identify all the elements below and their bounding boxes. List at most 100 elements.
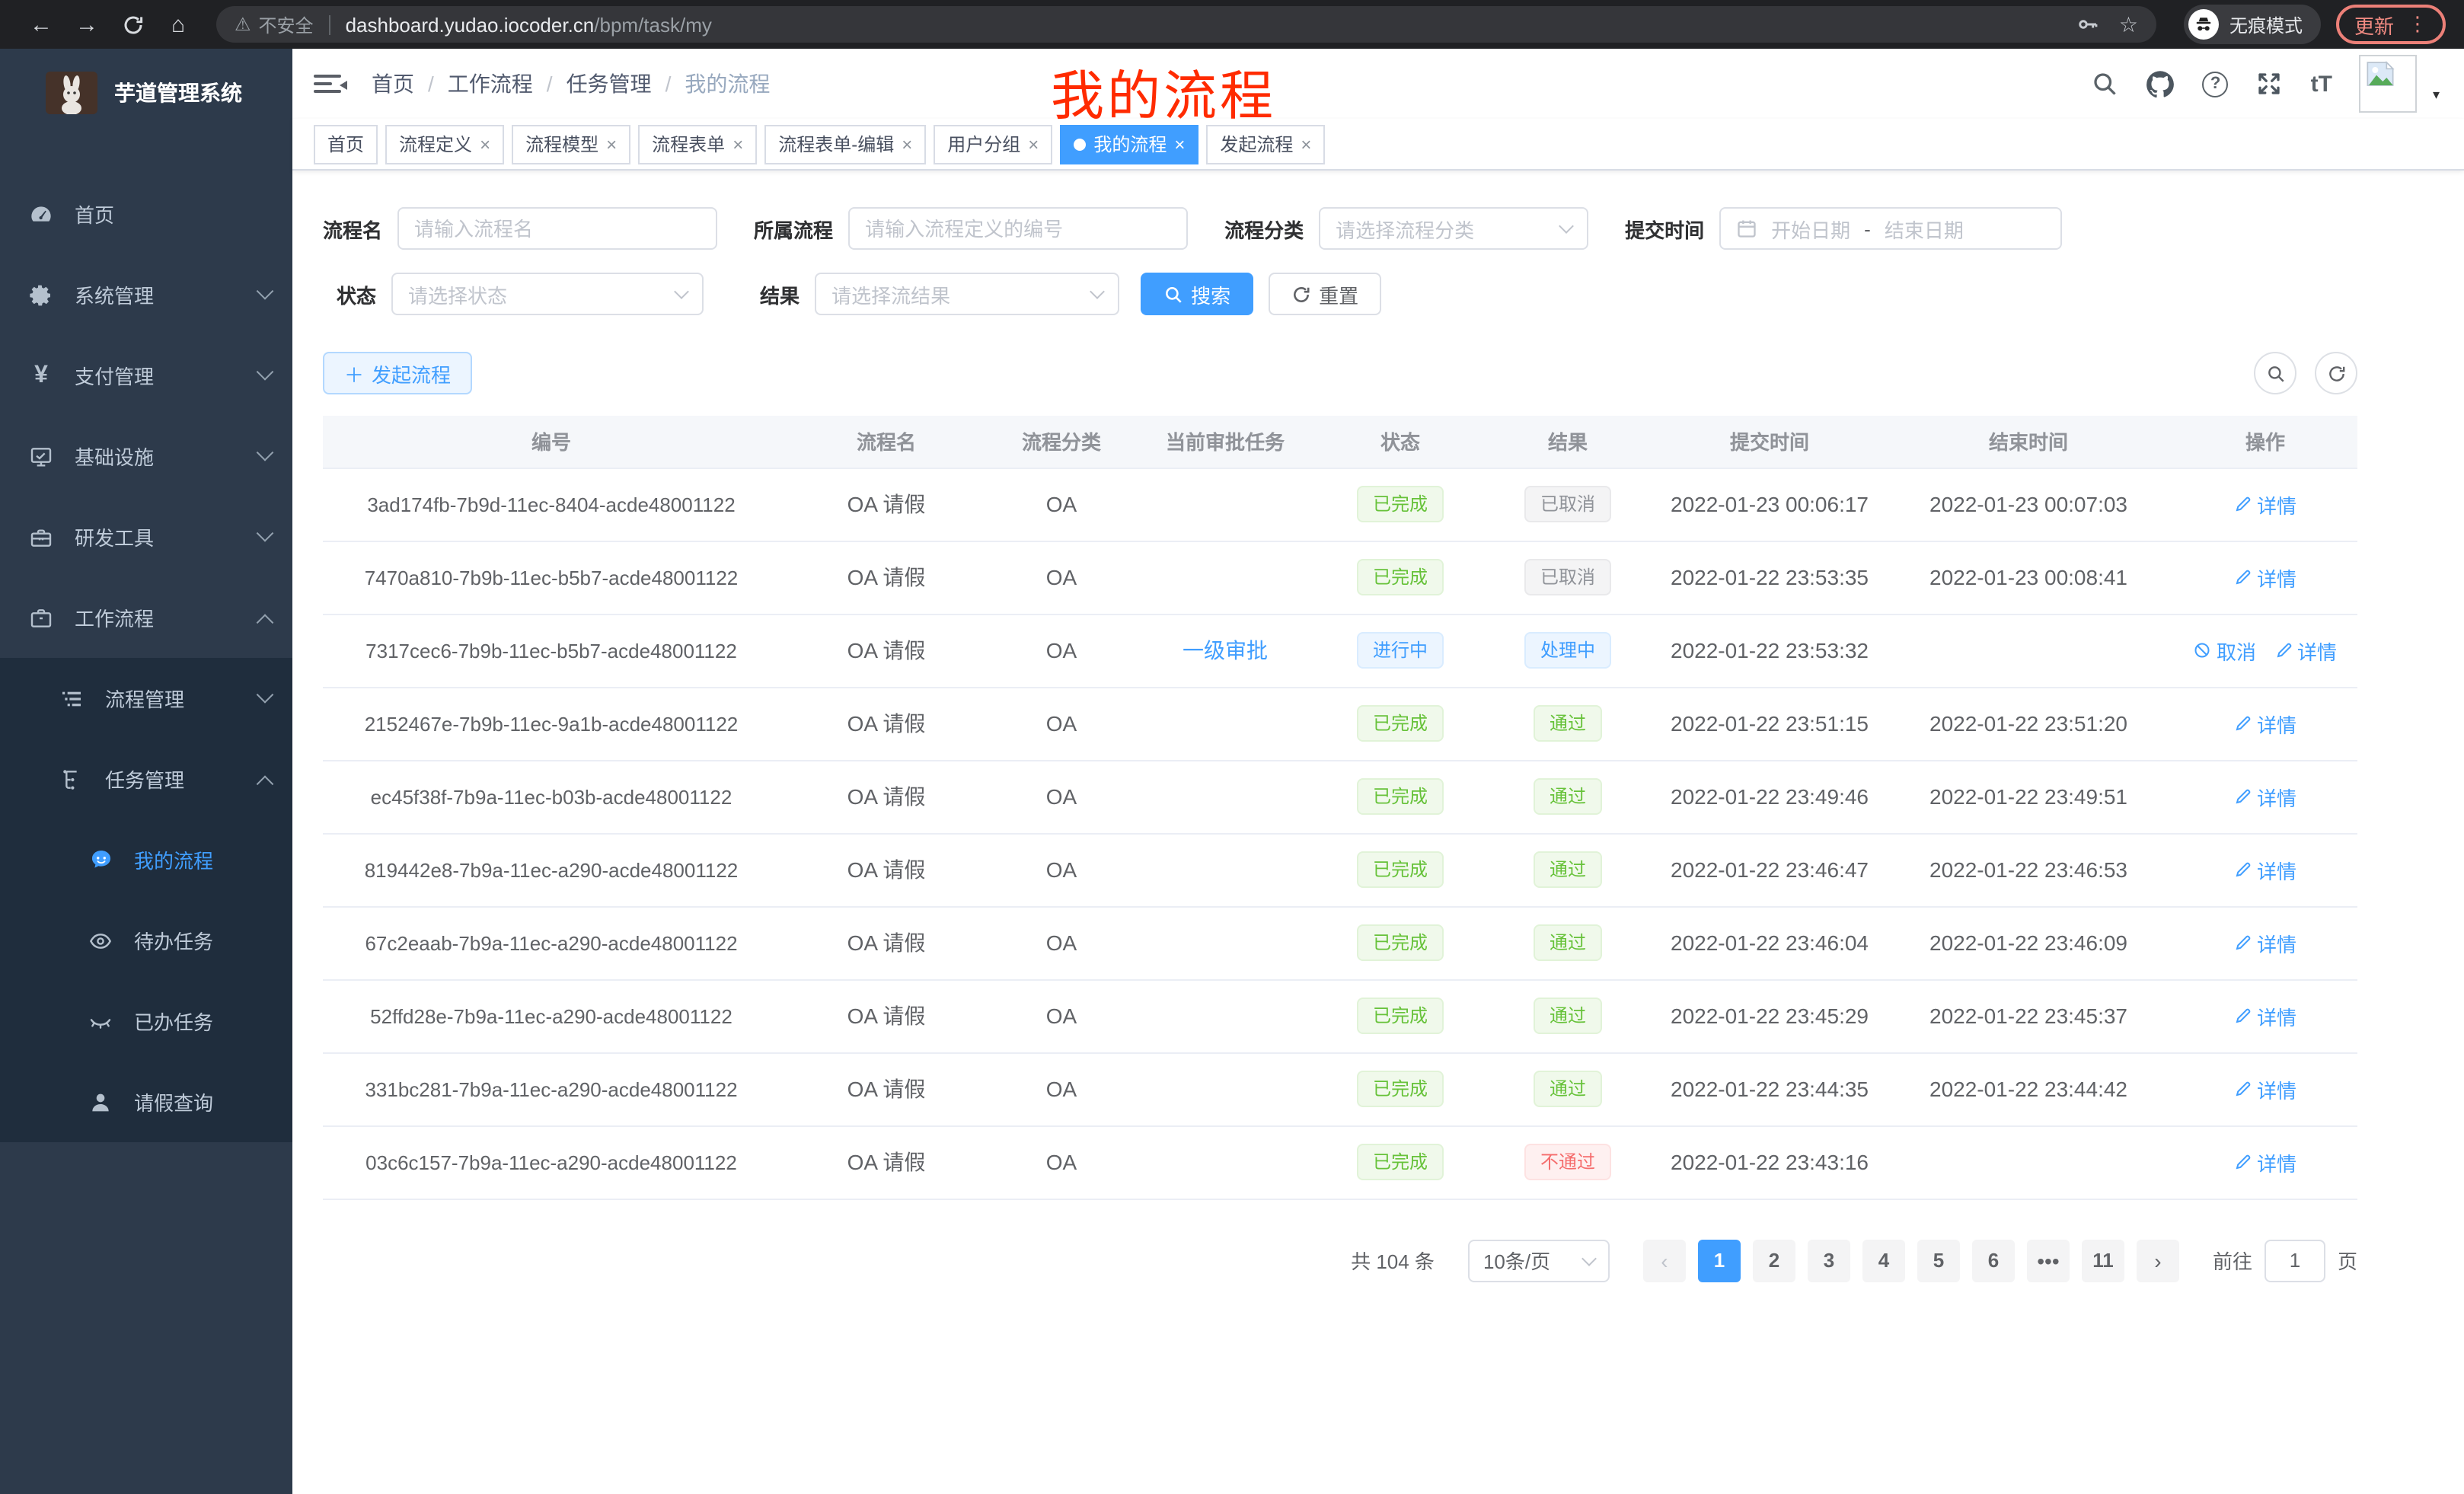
sidebar-item-task-management[interactable]: 任务管理 xyxy=(0,739,292,819)
detail-link[interactable]: 详情 xyxy=(2234,490,2296,519)
sidebar-item-devtools[interactable]: 研发工具 xyxy=(0,496,292,577)
table-row: 52ffd28e-7b9a-11ec-a290-acde48001122OA 请… xyxy=(323,979,2357,1052)
tab-流程定义[interactable]: 流程定义× xyxy=(385,124,504,164)
github-icon[interactable] xyxy=(2146,69,2175,98)
cell-process-name: OA 请假 xyxy=(780,760,993,833)
home-icon[interactable]: ⌂ xyxy=(155,11,201,37)
tab-首页[interactable]: 首页 xyxy=(314,124,378,164)
sidebar-item-infrastructure[interactable]: 基础设施 xyxy=(0,416,292,496)
sidebar-item-workflow[interactable]: 工作流程 xyxy=(0,577,292,658)
sidebar-item-done-tasks[interactable]: 已办任务 xyxy=(0,981,292,1061)
detail-link[interactable]: 详情 xyxy=(2234,928,2296,957)
cell-status: 已完成 xyxy=(1320,979,1480,1052)
toolbox-icon xyxy=(27,525,55,549)
prev-page-button[interactable]: ‹ xyxy=(1643,1239,1686,1282)
result-select[interactable]: 请选择流结果 xyxy=(815,273,1119,315)
status-select[interactable]: 请选择状态 xyxy=(391,273,704,315)
close-icon[interactable]: × xyxy=(1301,133,1311,155)
browser-update-button[interactable]: 更新 ⋮ xyxy=(2336,5,2446,44)
owner-process-input[interactable] xyxy=(848,207,1188,250)
breadcrumb-item[interactable]: 任务管理 xyxy=(567,69,652,99)
refresh-table-icon[interactable] xyxy=(2315,352,2357,394)
forward-icon[interactable]: → xyxy=(64,11,110,37)
more-pages-icon[interactable]: ••• xyxy=(2027,1239,2070,1282)
next-page-button[interactable]: › xyxy=(2137,1239,2179,1282)
tab-label: 首页 xyxy=(327,131,364,157)
help-icon[interactable]: ? xyxy=(2203,71,2229,97)
sidebar-toggle-icon[interactable] xyxy=(314,70,341,97)
browser-menu-icon[interactable]: ⋮ xyxy=(2408,12,2427,37)
create-process-button[interactable]: ＋ 发起流程 xyxy=(323,352,472,394)
detail-link[interactable]: 详情 xyxy=(2234,1148,2296,1176)
status-badge: 已完成 xyxy=(1358,778,1443,815)
font-size-icon[interactable]: tT xyxy=(2311,71,2332,97)
sidebar-item-label: 已办任务 xyxy=(134,1007,213,1036)
tab-我的流程[interactable]: 我的流程× xyxy=(1060,124,1198,164)
category-select[interactable]: 请选择流程分类 xyxy=(1319,207,1588,250)
close-icon[interactable]: × xyxy=(1028,133,1039,155)
cell-current-task xyxy=(1130,833,1320,906)
close-icon[interactable]: × xyxy=(902,133,912,155)
page-button-3[interactable]: 3 xyxy=(1808,1239,1850,1282)
total-count: 共 104 条 xyxy=(1351,1246,1435,1275)
cancel-link[interactable]: 取消 xyxy=(2194,636,2256,665)
search-button[interactable]: 搜索 xyxy=(1141,273,1253,315)
goto-page-input[interactable] xyxy=(2265,1239,2325,1282)
detail-link[interactable]: 详情 xyxy=(2234,709,2296,738)
status-badge: 已完成 xyxy=(1358,998,1443,1034)
action-label: 详情 xyxy=(2257,1074,2296,1103)
result-badge: 已取消 xyxy=(1525,486,1610,522)
process-name-input[interactable] xyxy=(397,207,717,250)
tab-流程表单-编辑[interactable]: 流程表单-编辑× xyxy=(764,124,926,164)
tab-流程模型[interactable]: 流程模型× xyxy=(512,124,630,164)
page-size-select[interactable]: 10条/页 xyxy=(1468,1239,1610,1282)
tab-发起流程[interactable]: 发起流程× xyxy=(1206,124,1325,164)
column-header: 提交时间 xyxy=(1655,416,1884,468)
avatar[interactable] xyxy=(2360,55,2418,113)
logo-avatar xyxy=(46,72,97,114)
sidebar-item-leave-query[interactable]: 请假查询 xyxy=(0,1061,292,1142)
sidebar-item-todo-tasks[interactable]: 待办任务 xyxy=(0,900,292,981)
current-task-link[interactable]: 一级审批 xyxy=(1183,638,1268,662)
page-button-5[interactable]: 5 xyxy=(1917,1239,1960,1282)
page-button-6[interactable]: 6 xyxy=(1972,1239,2015,1282)
bookmark-star-icon[interactable]: ☆ xyxy=(2119,11,2138,37)
close-icon[interactable]: × xyxy=(606,133,617,155)
close-icon[interactable]: × xyxy=(732,133,743,155)
cell-end-time: 2022-01-22 23:46:09 xyxy=(1884,906,2173,979)
close-icon[interactable]: × xyxy=(480,133,490,155)
sidebar-item-process-management[interactable]: 流程管理 xyxy=(0,658,292,739)
process-name-label: 流程名 xyxy=(323,214,382,243)
cell-submit-time: 2022-01-22 23:45:29 xyxy=(1655,979,1884,1052)
breadcrumb-item[interactable]: 首页 xyxy=(372,69,414,99)
sidebar-item-payment[interactable]: ¥ 支付管理 xyxy=(0,335,292,416)
detail-link[interactable]: 详情 xyxy=(2234,563,2296,592)
fullscreen-icon[interactable] xyxy=(2256,70,2284,97)
detail-link[interactable]: 详情 xyxy=(2274,636,2337,665)
submit-time-range-picker[interactable]: 开始日期 - 结束日期 xyxy=(1719,207,2062,250)
password-key-icon[interactable] xyxy=(2076,12,2101,37)
search-icon[interactable] xyxy=(2092,70,2119,97)
reload-icon[interactable] xyxy=(110,11,155,37)
cell-id: 819442e8-7b9a-11ec-a290-acde48001122 xyxy=(323,833,780,906)
detail-link[interactable]: 详情 xyxy=(2234,1074,2296,1103)
detail-link[interactable]: 详情 xyxy=(2234,782,2296,811)
detail-link[interactable]: 详情 xyxy=(2234,1001,2296,1030)
detail-link[interactable]: 详情 xyxy=(2234,855,2296,884)
avatar-caret-icon[interactable]: ▾ xyxy=(2433,87,2440,104)
show-search-toggle-icon[interactable] xyxy=(2254,352,2296,394)
tab-流程表单[interactable]: 流程表单× xyxy=(638,124,757,164)
reset-button[interactable]: 重置 xyxy=(1269,273,1381,315)
page-button-2[interactable]: 2 xyxy=(1753,1239,1795,1282)
sidebar-item-home[interactable]: 首页 xyxy=(0,174,292,254)
sidebar-item-my-process[interactable]: 我的流程 xyxy=(0,819,292,900)
sidebar-item-system[interactable]: 系统管理 xyxy=(0,254,292,335)
back-icon[interactable]: ← xyxy=(18,11,64,37)
page-button-4[interactable]: 4 xyxy=(1862,1239,1905,1282)
page-button-1[interactable]: 1 xyxy=(1698,1239,1741,1282)
address-bar[interactable]: ⚠ 不安全 dashboard.yudao.iocoder.cn/bpm/tas… xyxy=(216,6,2156,43)
breadcrumb-item[interactable]: 工作流程 xyxy=(448,69,533,99)
tab-用户分组[interactable]: 用户分组× xyxy=(934,124,1052,164)
page-button-11[interactable]: 11 xyxy=(2082,1239,2124,1282)
close-icon[interactable]: × xyxy=(1174,133,1185,155)
